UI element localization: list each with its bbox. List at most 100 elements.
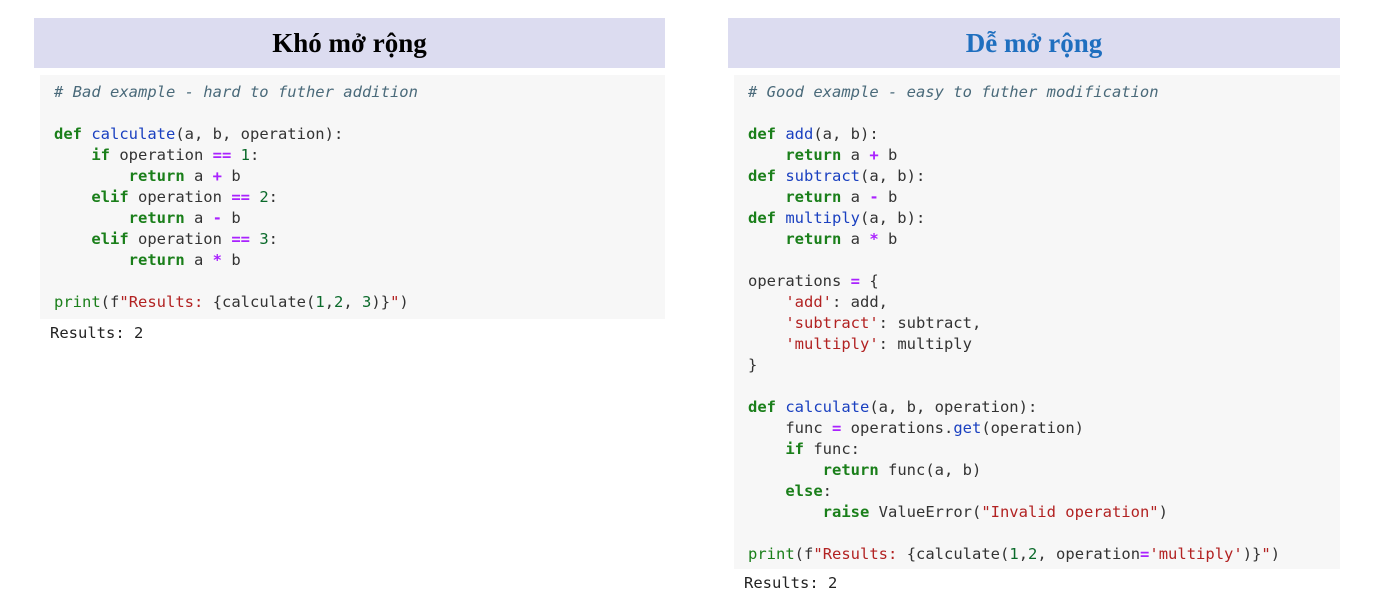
code-token: {calculate( — [906, 545, 1010, 563]
code-line: 'multiply': multiply — [748, 334, 1340, 355]
code-token: ) — [1270, 545, 1281, 563]
code-line: elif operation == 3: — [54, 229, 665, 250]
code-line: def add(a, b): — [748, 124, 1340, 145]
code-token: "Invalid operation" — [981, 503, 1159, 521]
code-token: return — [785, 188, 842, 206]
code-token: = — [832, 419, 842, 437]
code-token: func — [748, 419, 832, 437]
code-token: (a, b): — [813, 125, 879, 143]
bad-example-code-block: # Bad example - hard to futher addition d… — [40, 75, 665, 319]
code-token: operation — [110, 146, 213, 164]
code-token: "Results: — [813, 545, 907, 563]
code-token: operations. — [841, 419, 954, 437]
good-example-output: Results: 2 — [744, 574, 838, 592]
code-token: " — [390, 293, 400, 311]
code-token: func(a, b) — [878, 461, 982, 479]
code-token: def — [748, 125, 786, 143]
code-token: return — [822, 461, 879, 479]
code-token: return — [785, 146, 842, 164]
code-token: a — [184, 251, 213, 269]
code-token: (a, b, operation): — [175, 125, 344, 143]
bad-example-output: Results: 2 — [50, 324, 144, 342]
code-token: (a, b): — [859, 209, 926, 227]
code-token: , operation — [1037, 545, 1141, 563]
good-example-code-block: # Good example - easy to futher modifica… — [734, 75, 1340, 569]
bad-example-panel: Khó mở rộng # Bad example - hard to futh… — [34, 18, 665, 342]
code-token: (operation) — [981, 419, 1084, 437]
code-token: 3 — [362, 293, 372, 311]
code-token: ValueError( — [869, 503, 982, 521]
code-token: , — [1018, 545, 1029, 563]
code-token: # Bad example - hard to futher addition — [54, 83, 418, 101]
code-line: print(f"Results: {calculate(1,2, 3)}") — [54, 292, 665, 313]
code-token: : subtract, — [878, 314, 982, 332]
code-line: operations = { — [748, 271, 1340, 292]
code-token: func: — [804, 440, 860, 458]
code-token: b — [222, 209, 241, 227]
code-token: 2 — [1028, 545, 1038, 563]
code-token: { — [860, 272, 879, 290]
code-token: 1 — [240, 146, 251, 164]
code-token: return — [128, 209, 185, 227]
code-token: return — [128, 167, 185, 185]
code-line: if operation == 1: — [54, 145, 665, 166]
code-token: 'multiply' — [1149, 545, 1243, 563]
code-token: ) — [399, 293, 409, 311]
code-token: print — [54, 293, 101, 311]
code-line: def subtract(a, b): — [748, 166, 1340, 187]
code-token: , — [324, 293, 335, 311]
code-token: a — [841, 146, 870, 164]
code-token: - — [212, 209, 222, 227]
code-token: return — [128, 251, 185, 269]
code-token: ) — [1158, 503, 1168, 521]
code-token: f — [110, 293, 120, 311]
code-line: def calculate(a, b, operation): — [748, 397, 1340, 418]
code-token: - — [869, 188, 879, 206]
code-token: )} — [1242, 545, 1262, 563]
code-line: 'subtract': subtract, — [748, 313, 1340, 334]
code-token: return — [785, 230, 842, 248]
code-token: def — [748, 167, 786, 185]
code-token: "Results: — [119, 293, 213, 311]
code-line: 'add': add, — [748, 292, 1340, 313]
code-line: # Good example - easy to futher modifica… — [748, 82, 1340, 103]
code-token: operation — [128, 230, 232, 248]
code-line: # Bad example - hard to futher addition — [54, 82, 665, 103]
code-token: if — [91, 146, 110, 164]
code-line: print(f"Results: {calculate(1,2, operati… — [748, 544, 1340, 565]
code-line: return a * b — [54, 250, 665, 271]
code-token: ( — [794, 545, 805, 563]
code-token: a — [184, 209, 213, 227]
code-token: get — [953, 419, 982, 437]
code-token: b — [878, 146, 898, 164]
code-token: 1 — [315, 293, 325, 311]
code-token: (a, b): — [859, 167, 926, 185]
good-example-title: Dễ mở rộng — [728, 18, 1340, 68]
code-token: : — [250, 146, 260, 164]
code-token: else — [785, 482, 823, 500]
code-token: elif — [91, 230, 129, 248]
code-token: elif — [91, 188, 129, 206]
code-token: 2 — [334, 293, 344, 311]
code-token: * — [869, 230, 879, 248]
code-line: } — [748, 355, 1340, 376]
code-token: a — [184, 167, 213, 185]
code-token: : — [822, 482, 832, 500]
code-token: : — [268, 188, 279, 206]
code-token: 'subtract' — [785, 314, 879, 332]
code-token: add — [785, 125, 814, 143]
code-token: : multiply — [878, 335, 972, 353]
code-token: " — [1261, 545, 1271, 563]
